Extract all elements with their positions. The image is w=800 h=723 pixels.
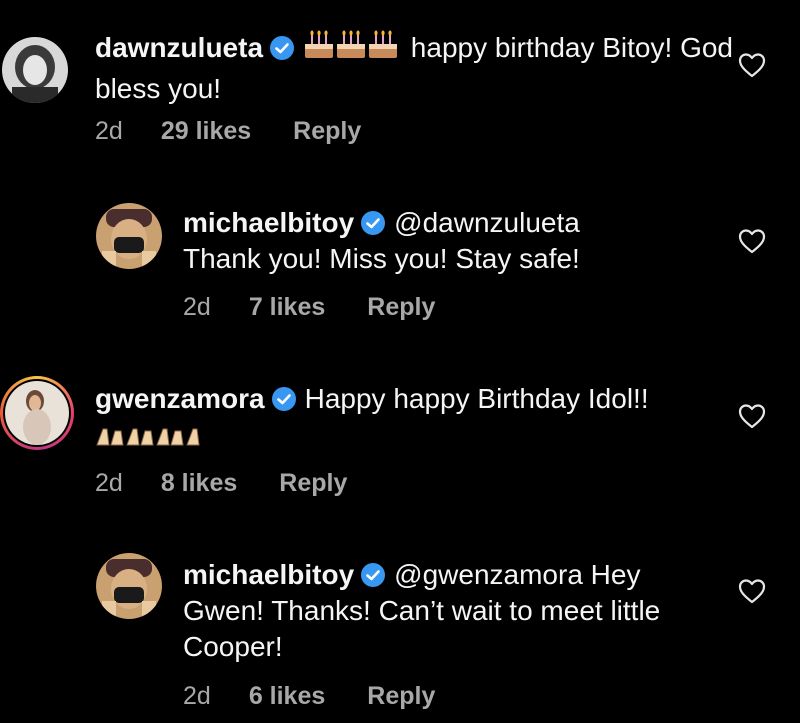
likes-count[interactable]: 8 likes: [161, 468, 237, 498]
comment-username[interactable]: dawnzulueta: [95, 32, 263, 63]
birthday-cake-icon: [303, 28, 399, 71]
reply-button[interactable]: Reply: [279, 468, 347, 498]
heart-outline-icon[interactable]: [738, 228, 766, 254]
avatar[interactable]: [2, 37, 68, 103]
likes-count[interactable]: 29 likes: [161, 116, 251, 146]
avatar-image: [96, 553, 162, 619]
clapping-hands-icon: [95, 422, 207, 458]
comment-time: 2d: [183, 293, 211, 321]
comment-text: Thank you! Miss you! Stay safe!: [183, 243, 580, 274]
heart-outline-icon[interactable]: [738, 52, 766, 78]
likes-count[interactable]: 7 likes: [249, 292, 325, 322]
verified-badge-icon: [360, 210, 386, 236]
comment-username[interactable]: gwenzamora: [95, 383, 265, 414]
avatar: [5, 381, 69, 445]
avatar[interactable]: [96, 553, 162, 619]
story-ring[interactable]: [0, 376, 74, 450]
heart-outline-icon[interactable]: [738, 578, 766, 604]
avatar[interactable]: [96, 203, 162, 269]
comment-body: michaelbitoy @dawnzulueta Thank you! Miss …: [183, 205, 723, 277]
mention-link[interactable]: @gwenzamora: [394, 559, 583, 590]
comment-thread: dawnzulueta happy birthday Bitoy! God bl…: [0, 0, 800, 723]
avatar-image: [2, 37, 68, 103]
comment-body: michaelbitoy @gwenzamora Hey Gwen! Thanks…: [183, 557, 703, 665]
reply-button[interactable]: Reply: [293, 116, 361, 146]
mention-link[interactable]: @dawnzulueta: [394, 207, 580, 238]
comment-meta: 2d 29 likes Reply: [95, 116, 361, 146]
comment-meta: 2d 6 likes Reply: [183, 681, 435, 711]
reply-button[interactable]: Reply: [367, 292, 435, 322]
verified-badge-icon: [269, 35, 295, 61]
comment-body: gwenzamora Happy happy Birthday Idol!!: [95, 381, 735, 458]
avatar-image: [96, 203, 162, 269]
comment-time: 2d: [183, 682, 211, 710]
comment-text: Happy happy Birthday Idol!!: [304, 383, 649, 414]
likes-count[interactable]: 6 likes: [249, 681, 325, 711]
comment-time: 2d: [95, 117, 123, 145]
comment-username[interactable]: michaelbitoy: [183, 559, 354, 590]
avatar-image: [5, 381, 69, 445]
comment-meta: 2d 7 likes Reply: [183, 292, 435, 322]
comment-body: dawnzulueta happy birthday Bitoy! God bl…: [95, 28, 735, 107]
verified-badge-icon: [360, 562, 386, 588]
comment-time: 2d: [95, 469, 123, 497]
verified-badge-icon: [271, 386, 297, 412]
heart-outline-icon[interactable]: [738, 403, 766, 429]
reply-button[interactable]: Reply: [367, 681, 435, 711]
comment-username[interactable]: michaelbitoy: [183, 207, 354, 238]
comment-meta: 2d 8 likes Reply: [95, 468, 347, 498]
